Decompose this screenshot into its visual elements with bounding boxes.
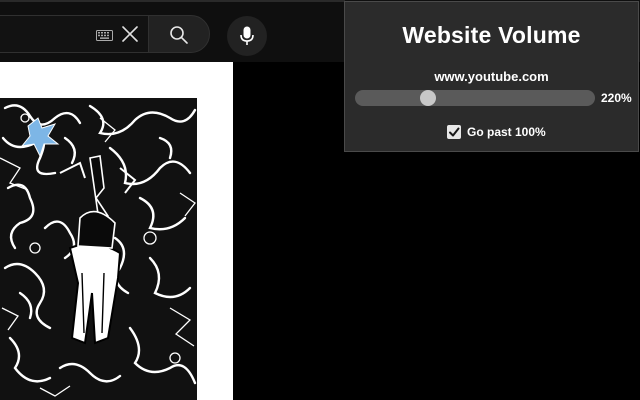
popup-title: Website Volume [402, 22, 581, 48]
video-thumbnail[interactable] [0, 62, 233, 400]
search-icon [170, 26, 188, 44]
volume-percentage: 220% [601, 91, 632, 105]
doodle-artwork [0, 98, 197, 400]
site-domain: www.youtube.com [434, 69, 549, 84]
volume-slider-thumb[interactable] [419, 90, 436, 106]
top-strip-highlight [0, 0, 345, 2]
go-past-100-option[interactable]: Go past 100% [447, 123, 546, 141]
search-input[interactable] [0, 15, 148, 53]
website-volume-popup: Website Volume www.youtube.com 220% Go p… [344, 1, 639, 152]
microphone-icon [240, 26, 254, 45]
keyboard-icon[interactable] [96, 28, 113, 41]
volume-slider[interactable] [355, 89, 595, 107]
volume-slider-track[interactable] [355, 90, 595, 106]
checkmark-icon [449, 127, 460, 137]
browser-viewport: Website Volume www.youtube.com 220% Go p… [0, 0, 640, 400]
go-past-100-checkbox[interactable] [447, 125, 461, 139]
search-button[interactable] [148, 15, 210, 53]
go-past-100-label: Go past 100% [467, 125, 546, 139]
voice-search-button[interactable] [227, 16, 267, 56]
close-icon[interactable] [122, 26, 138, 42]
